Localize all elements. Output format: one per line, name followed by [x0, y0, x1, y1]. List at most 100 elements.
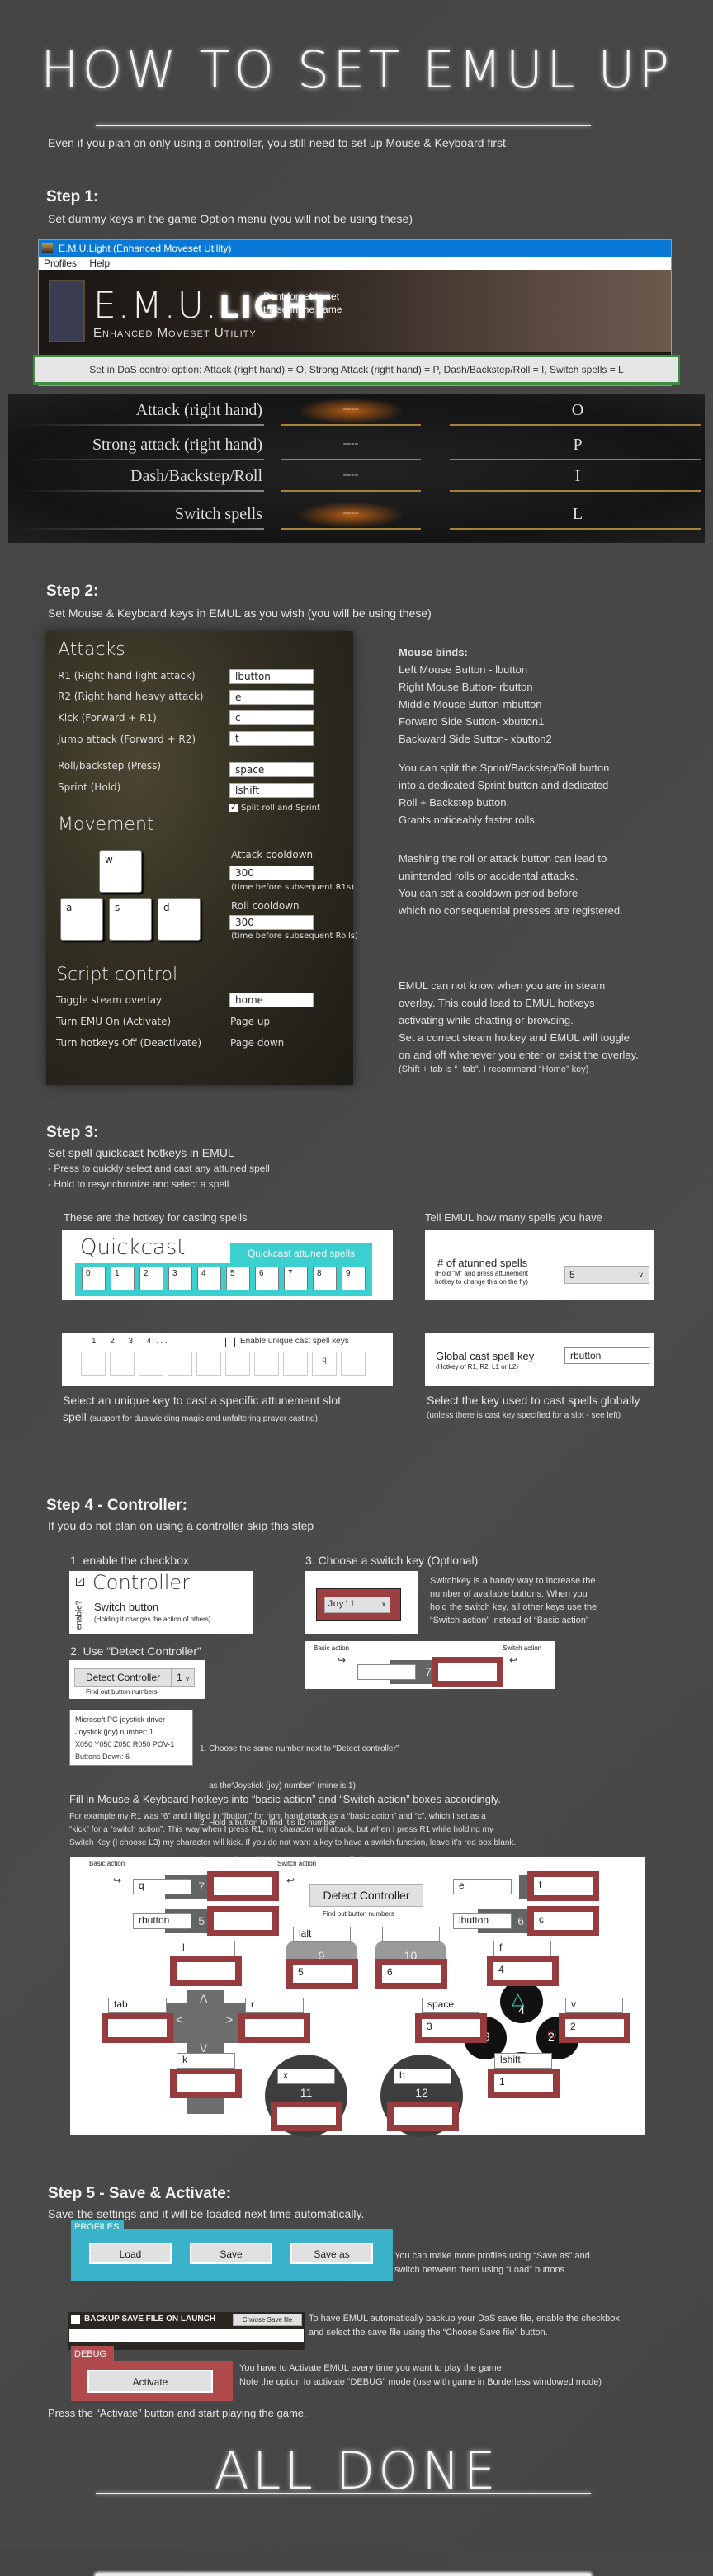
- square-switch-value: 3: [422, 2019, 480, 2037]
- triangle-number: 4: [518, 2003, 525, 2017]
- spell-count-select[interactable]: 5 ∨: [564, 1266, 649, 1284]
- dpad-left-basic-input[interactable]: tab: [108, 1998, 167, 2013]
- joy-number-select[interactable]: 1 ∨: [172, 1668, 195, 1687]
- quickcast-key[interactable]: 6: [255, 1267, 279, 1290]
- steam-overlay-input[interactable]: home: [229, 993, 314, 1007]
- select-basic-input[interactable]: lalt: [293, 1927, 351, 1942]
- dpad-right-switch-input[interactable]: [238, 2013, 310, 2043]
- sprint-input[interactable]: lshift: [229, 783, 314, 798]
- backup-path-input[interactable]: [69, 2329, 304, 2342]
- r1-basic-input[interactable]: lbutton: [453, 1913, 512, 1929]
- attack-cooldown-input[interactable]: 300: [229, 866, 314, 880]
- backup-checkbox[interactable]: [71, 2315, 80, 2324]
- enable-label: enable?: [74, 1600, 84, 1630]
- dpad-up-switch-value: [177, 1962, 235, 1980]
- quickcast-key[interactable]: 0: [82, 1267, 106, 1290]
- roll-input[interactable]: space: [229, 762, 314, 777]
- unique-keys-checkbox[interactable]: [225, 1338, 235, 1347]
- unique-key-input[interactable]: [139, 1352, 163, 1376]
- unique-key-input[interactable]: [110, 1352, 135, 1376]
- game-setting-row[interactable]: Strong attack (right hand) ---- P: [8, 431, 705, 464]
- cross-basic-input[interactable]: lshift: [494, 2053, 552, 2069]
- dpad-down-basic-input[interactable]: k: [177, 2053, 235, 2069]
- quickcast-key[interactable]: 4: [197, 1267, 221, 1290]
- l2-switch-input[interactable]: [207, 1871, 279, 1901]
- dpad-down-switch-input[interactable]: [170, 2069, 242, 2098]
- quickcast-key[interactable]: 2: [139, 1267, 163, 1290]
- r3-basic-input[interactable]: b: [394, 2069, 451, 2084]
- cross-switch-input[interactable]: 1: [488, 2069, 560, 2098]
- r3-switch-input[interactable]: [387, 2102, 459, 2131]
- note-line: Switch Key (I choose L3) my character wi…: [69, 1838, 517, 1847]
- l2-basic-input[interactable]: q: [133, 1879, 191, 1894]
- key-down[interactable]: s: [109, 898, 152, 941]
- attack-label: Kick (Forward + R1): [58, 712, 157, 724]
- unique-key-input[interactable]: [196, 1352, 221, 1376]
- dpad-left-switch-input[interactable]: [102, 2013, 173, 2043]
- split-checkbox[interactable]: ✓: [229, 804, 238, 812]
- jump-attack-input[interactable]: t: [229, 731, 314, 746]
- square-basic-input[interactable]: space: [422, 1998, 479, 2013]
- controller-enable-checkbox[interactable]: ✓: [76, 1578, 84, 1586]
- triangle-switch-input[interactable]: 4: [487, 1956, 559, 1986]
- global-cast-input[interactable]: rbutton: [564, 1347, 649, 1364]
- key-right[interactable]: d: [158, 898, 201, 941]
- l1-basic-input[interactable]: rbutton: [133, 1913, 191, 1929]
- note-line: switch between them using “Load” buttons…: [394, 2265, 568, 2275]
- detect-controller-button[interactable]: Detect Controller: [74, 1668, 172, 1687]
- r2-basic-input[interactable]: e: [453, 1879, 512, 1894]
- triangle-basic-input[interactable]: f: [493, 1941, 551, 1956]
- r2-switch-input[interactable]: t: [527, 1871, 599, 1901]
- r2-input[interactable]: e: [229, 690, 314, 705]
- example-basic-input[interactable]: [357, 1664, 416, 1680]
- detect-controller-button[interactable]: Detect Controller: [309, 1884, 423, 1907]
- unique-key-input[interactable]: [168, 1352, 192, 1376]
- save-button[interactable]: Save: [190, 2243, 272, 2264]
- circle-basic-input[interactable]: v: [565, 1998, 623, 2013]
- circle-switch-input[interactable]: 2: [559, 2013, 630, 2043]
- game-setting-row[interactable]: Attack (right hand) ---- O: [8, 396, 705, 429]
- l1-switch-input[interactable]: [207, 1906, 279, 1936]
- key-up[interactable]: w: [99, 850, 142, 893]
- kick-input[interactable]: c: [229, 710, 314, 725]
- unique-key-input[interactable]: [341, 1352, 366, 1376]
- select-switch-input[interactable]: 5: [286, 1959, 358, 1989]
- quickcast-key[interactable]: 1: [111, 1267, 135, 1290]
- example-switch-input[interactable]: [432, 1657, 503, 1687]
- dpad-up-switch-input[interactable]: [170, 1956, 242, 1986]
- spell-count-panel: # of atunned spells (Hold “M” and press …: [425, 1230, 654, 1300]
- switch-key-value: Joy11: [328, 1600, 356, 1610]
- note-line: as the“Joystick (joy) number” (mine is 1…: [200, 1781, 356, 1790]
- dpad-up-basic-input[interactable]: l: [177, 1941, 235, 1956]
- activate-button[interactable]: Activate: [87, 2370, 213, 2393]
- roll-cooldown-input[interactable]: 300: [229, 915, 314, 930]
- start-switch-input[interactable]: 6: [375, 1959, 447, 1989]
- choose-save-file-button[interactable]: Choose Save file: [233, 2314, 302, 2326]
- start-basic-input[interactable]: [382, 1927, 440, 1942]
- unique-key-input[interactable]: q: [312, 1352, 337, 1376]
- quickcast-key[interactable]: 5: [226, 1267, 250, 1290]
- unique-key-input[interactable]: [225, 1352, 250, 1376]
- unique-key-input[interactable]: [283, 1352, 308, 1376]
- arrow-right-icon: ↪: [338, 1654, 347, 1666]
- square-switch-input[interactable]: 3: [415, 2013, 487, 2043]
- l3-switch-input[interactable]: [271, 2102, 342, 2131]
- unique-key-input[interactable]: [81, 1352, 106, 1376]
- r1-switch-input[interactable]: c: [527, 1906, 599, 1936]
- key-left[interactable]: a: [60, 898, 103, 941]
- quickcast-key[interactable]: 3: [168, 1267, 192, 1290]
- menu-profiles[interactable]: Profiles: [44, 257, 77, 269]
- save-as-button[interactable]: Save as: [290, 2243, 373, 2264]
- game-setting-row[interactable]: Switch spells ---- L: [8, 500, 705, 533]
- unique-key-input[interactable]: [254, 1352, 279, 1376]
- load-button[interactable]: Load: [89, 2243, 172, 2264]
- l3-basic-input[interactable]: x: [277, 2069, 335, 2084]
- game-setting-row[interactable]: Dash/Backstep/Roll ---- I: [8, 462, 705, 495]
- quickcast-key[interactable]: 7: [284, 1267, 308, 1290]
- quickcast-key[interactable]: 8: [313, 1267, 337, 1290]
- switch-key-select[interactable]: Joy11 ∨: [324, 1597, 390, 1613]
- dpad-right-basic-input[interactable]: r: [245, 1998, 304, 2013]
- quickcast-key[interactable]: 9: [342, 1267, 366, 1290]
- r1-input[interactable]: lbutton: [229, 669, 314, 684]
- menu-help[interactable]: Help: [89, 257, 110, 269]
